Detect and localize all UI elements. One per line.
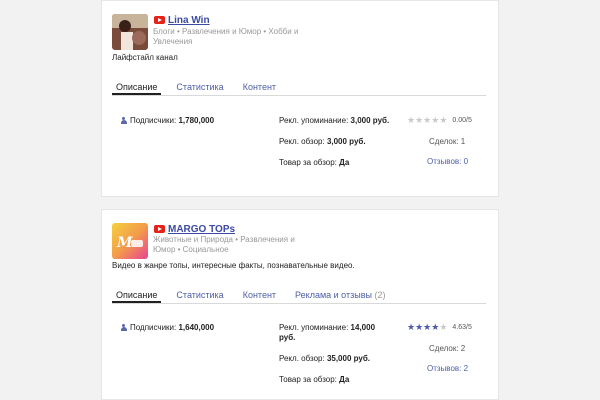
mention-price-row: Рекл. упоминание: 14,000 руб. (279, 323, 389, 343)
subscribers-row: Подписчики: 1,780,000 (120, 116, 214, 125)
deals-count: Сделок: 2 (429, 344, 465, 353)
rating-value: 4.63/5 (452, 324, 472, 331)
channel-tabs: Описание Статистика Контент (112, 81, 486, 96)
subscribers-value: 1,640,000 (178, 323, 215, 332)
star-icon: ★ (407, 115, 416, 125)
mention-label: Рекл. упоминание: (279, 323, 349, 332)
star-icon: ★ (439, 115, 448, 125)
channel-avatar[interactable] (112, 14, 148, 50)
star-icon: ★ (407, 322, 416, 332)
product-label: Товар за обзор: (279, 158, 337, 167)
star-icon: ★ (415, 115, 424, 125)
tab-description[interactable]: Описание (112, 81, 162, 95)
youtube-icon (154, 16, 165, 24)
review-price-row: Рекл. обзор: 35,000 руб. (279, 354, 370, 364)
mention-price-row: Рекл. упоминание: 3,000 руб. (279, 116, 389, 126)
star-icon: ★ (431, 322, 440, 332)
deals-label: Сделок: (429, 344, 459, 353)
reviews-label: Отзывов: (427, 157, 462, 166)
review-value: 35,000 руб. (326, 354, 371, 363)
youtube-icon (154, 225, 165, 233)
channel-categories: Блоги • Развлечения и Юмор • Хобби и Увл… (153, 27, 299, 46)
star-icon: ★ (439, 322, 448, 332)
product-row: Товар за обзор: Да (279, 158, 349, 168)
reviews-link[interactable]: Отзывов: 0 (427, 157, 468, 166)
tab-description[interactable]: Описание (112, 289, 162, 303)
tab-ads-reviews-count: (2) (374, 290, 386, 300)
person-icon (120, 116, 127, 125)
tab-content[interactable]: Контент (239, 289, 280, 303)
reviews-link[interactable]: Отзывов: 2 (427, 364, 468, 373)
svg-text:M: M (116, 235, 133, 251)
rating-value: 0.00/5 (452, 117, 472, 124)
review-label: Рекл. обзор: (279, 354, 325, 363)
tab-content[interactable]: Контент (239, 81, 280, 95)
reviews-label: Отзывов: (427, 364, 462, 373)
deals-count: Сделок: 1 (429, 137, 465, 146)
deals-label: Сделок: (429, 137, 459, 146)
channel-avatar[interactable]: M (112, 223, 148, 259)
product-label: Товар за обзор: (279, 375, 337, 384)
subscribers-label: Подписчики: (130, 116, 177, 125)
product-row: Товар за обзор: Да (279, 375, 349, 385)
star-icon: ★ (431, 115, 440, 125)
tab-ads-reviews[interactable]: Реклама и отзывы (2) (291, 289, 389, 303)
deals-value: 2 (460, 344, 466, 353)
subscribers-row: Подписчики: 1,640,000 (120, 323, 214, 332)
rating-stars: ★ ★ ★ ★ ★ 0.00/5 (407, 116, 472, 125)
mention-label: Рекл. упоминание: (279, 116, 349, 125)
reviews-value: 0 (463, 157, 469, 166)
channel-description: Лайфстайл канал (112, 53, 178, 62)
mention-value: 3,000 руб. (350, 116, 390, 125)
channel-name-link[interactable]: Lina Win (168, 15, 210, 26)
subscribers-label: Подписчики: (130, 323, 177, 332)
review-label: Рекл. обзор: (279, 137, 325, 146)
product-value: Да (339, 375, 350, 384)
rating-stars: ★ ★ ★ ★ ★ 4.63/5 (407, 323, 472, 332)
channel-description: Видео в жанре топы, интересные факты, по… (112, 261, 355, 270)
channel-tabs: Описание Статистика Контент Реклама и от… (112, 289, 486, 304)
channel-name-link[interactable]: MARGO TOPs (168, 224, 235, 235)
deals-value: 1 (460, 137, 466, 146)
tab-statistics[interactable]: Статистика (172, 81, 227, 95)
channel-card-lina-win: Lina Win Блоги • Развлечения и Юмор • Хо… (101, 0, 499, 197)
review-price-row: Рекл. обзор: 3,000 руб. (279, 137, 366, 147)
star-icon: ★ (415, 322, 424, 332)
channel-categories: Животные и Природа • Развлечения и Юмор … (153, 235, 295, 254)
star-icon: ★ (423, 115, 432, 125)
tab-ads-reviews-label: Реклама и отзывы (295, 290, 372, 300)
person-icon (120, 323, 127, 332)
channel-card-margo-tops: M MARGO TOPs Животные и Природа • Развле… (101, 209, 499, 400)
product-value: Да (339, 158, 350, 167)
tab-statistics[interactable]: Статистика (172, 289, 227, 303)
star-icon: ★ (423, 322, 432, 332)
reviews-value: 2 (463, 364, 469, 373)
subscribers-value: 1,780,000 (178, 116, 215, 125)
review-value: 3,000 руб. (326, 137, 366, 146)
